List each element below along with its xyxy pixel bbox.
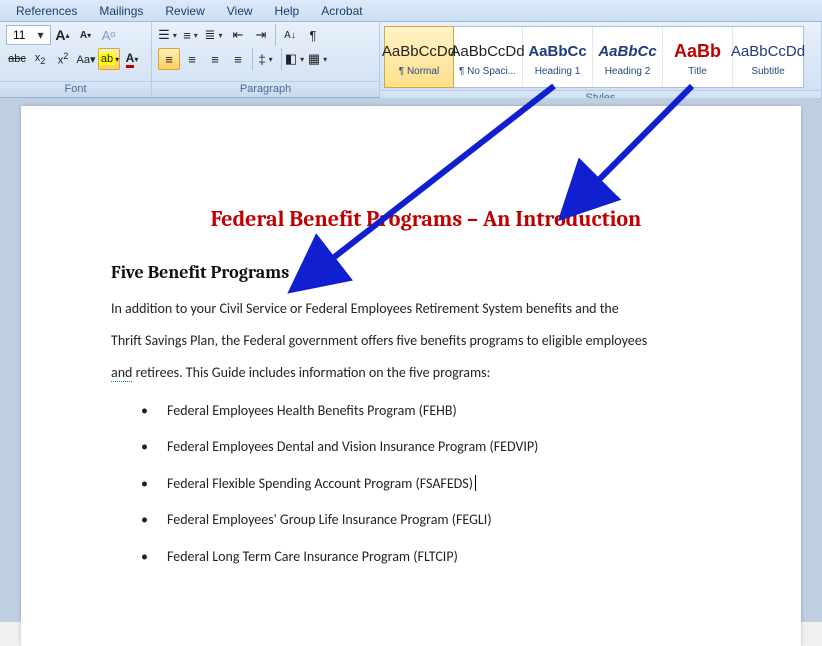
show-marks-button[interactable]: ¶ (302, 24, 324, 46)
style-subtitle[interactable]: AaBbCcDd Subtitle (733, 27, 803, 87)
doc-heading: Five Benefit Programs (111, 262, 741, 283)
ribbon-tabs: References Mailings Review View Help Acr… (0, 0, 822, 22)
style-name: Title (688, 66, 707, 77)
doc-paragraph: In addition to your Civil Service or Fed… (111, 295, 741, 323)
line-spacing-icon: ‡ (258, 52, 265, 67)
align-left-icon: ≡ (165, 52, 173, 67)
borders-icon: ▦ (308, 51, 320, 67)
clear-format-button[interactable]: Aᵅ (98, 24, 120, 46)
tab-view[interactable]: View (217, 1, 263, 21)
bullets-button[interactable]: ☰▾ (158, 24, 180, 46)
group-paragraph: ☰▾ ≡▾ ≣▾ ⇤ ⇥ A↓ ¶ ≡ ≡ ≡ ≡ ‡▾ (152, 22, 380, 97)
group-font: 11 ▾ A▴ A▾ Aᵅ abc x2 x2 Aa▾ ab▾ A▾ Font (0, 22, 152, 97)
style-name: ¶ Normal (399, 66, 439, 77)
strike-button[interactable]: abc (6, 48, 28, 70)
style-preview: AaBbCc (598, 38, 656, 66)
borders-button[interactable]: ▦▾ (308, 48, 330, 70)
tab-review[interactable]: Review (155, 1, 214, 21)
list-item: Federal Employees Health Benefits Progra… (167, 393, 741, 429)
multilevel-icon: ≣ (205, 27, 216, 43)
style-no-spacing[interactable]: AaBbCcDd ¶ No Spaci... (453, 27, 523, 87)
numbering-icon: ≡ (183, 28, 191, 43)
list-item: Federal Employees Dental and Vision Insu… (167, 429, 741, 465)
shading-button[interactable]: ◧▾ (285, 48, 307, 70)
align-right-icon: ≡ (211, 52, 219, 67)
styles-gallery: AaBbCcDd ¶ Normal AaBbCcDd ¶ No Spaci...… (384, 26, 804, 88)
list-item: Federal Flexible Spending Account Progra… (167, 466, 741, 502)
shading-icon: ◧ (285, 51, 297, 67)
ribbon: 11 ▾ A▴ A▾ Aᵅ abc x2 x2 Aa▾ ab▾ A▾ Font (0, 22, 822, 98)
indent-icon: ⇥ (256, 27, 267, 43)
style-name: Subtitle (751, 66, 784, 77)
style-heading-1[interactable]: AaBbCc Heading 1 (523, 27, 593, 87)
shrink-font-button[interactable]: A▾ (75, 24, 97, 46)
style-title[interactable]: AaBb Title (663, 27, 733, 87)
grammar-flag: and (111, 364, 132, 382)
tab-acrobat[interactable]: Acrobat (311, 1, 372, 21)
decrease-indent-button[interactable]: ⇤ (227, 24, 249, 46)
doc-title: Federal Benefit Programs – An Introducti… (111, 206, 741, 232)
text-cursor (475, 475, 476, 491)
style-normal[interactable]: AaBbCcDd ¶ Normal (384, 26, 454, 88)
pilcrow-icon: ¶ (310, 28, 317, 43)
style-name: ¶ No Spaci... (459, 66, 516, 77)
style-heading-2[interactable]: AaBbCc Heading 2 (593, 27, 663, 87)
grow-font-button[interactable]: A▴ (52, 24, 74, 46)
align-left-button[interactable]: ≡ (158, 48, 180, 70)
style-preview: AaBbCc (528, 38, 586, 66)
highlight-button[interactable]: ab▾ (98, 48, 120, 70)
bullets-icon: ☰ (158, 27, 170, 43)
justify-button[interactable]: ≡ (227, 48, 249, 70)
font-size-value: 11 (7, 28, 31, 42)
tab-mailings[interactable]: Mailings (89, 1, 153, 21)
doc-list: Federal Employees Health Benefits Progra… (111, 393, 741, 575)
tab-references[interactable]: References (6, 1, 87, 21)
align-center-icon: ≡ (188, 52, 196, 67)
increase-indent-button[interactable]: ⇥ (250, 24, 272, 46)
outdent-icon: ⇤ (233, 27, 244, 43)
list-item: Federal Employees' Group Life Insurance … (167, 502, 741, 538)
justify-icon: ≡ (234, 52, 242, 67)
font-size-combo[interactable]: 11 ▾ (6, 25, 51, 45)
group-styles: AaBbCcDd ¶ Normal AaBbCcDd ¶ No Spaci...… (380, 22, 822, 97)
document-page[interactable]: Federal Benefit Programs – An Introducti… (21, 106, 801, 646)
subscript-button[interactable]: x2 (29, 48, 51, 70)
change-case-button[interactable]: Aa▾ (75, 48, 97, 70)
align-center-button[interactable]: ≡ (181, 48, 203, 70)
style-preview: AaBbCcDd (382, 38, 456, 66)
tab-help[interactable]: Help (265, 1, 310, 21)
font-color-button[interactable]: A▾ (121, 48, 143, 70)
align-right-button[interactable]: ≡ (204, 48, 226, 70)
sort-button[interactable]: A↓ (279, 24, 301, 46)
doc-paragraph: and retirees. This Guide includes inform… (111, 359, 741, 387)
group-label-font: Font (0, 81, 151, 97)
document-area: Federal Benefit Programs – An Introducti… (0, 98, 822, 622)
list-item: Federal Long Term Care Insurance Program… (167, 539, 741, 575)
style-name: Heading 2 (605, 66, 651, 77)
sort-icon: A↓ (284, 30, 296, 41)
doc-paragraph: Thrift Savings Plan, the Federal governm… (111, 327, 741, 355)
line-spacing-button[interactable]: ‡▾ (256, 48, 278, 70)
style-preview: AaBbCcDd (450, 38, 524, 66)
superscript-button[interactable]: x2 (52, 48, 74, 70)
style-preview: AaBb (674, 38, 721, 66)
style-preview: AaBbCcDd (731, 38, 805, 66)
numbering-button[interactable]: ≡▾ (181, 24, 203, 46)
multilevel-button[interactable]: ≣▾ (204, 24, 226, 46)
group-label-paragraph: Paragraph (152, 81, 379, 97)
chevron-down-icon: ▾ (31, 28, 49, 42)
style-name: Heading 1 (535, 66, 581, 77)
